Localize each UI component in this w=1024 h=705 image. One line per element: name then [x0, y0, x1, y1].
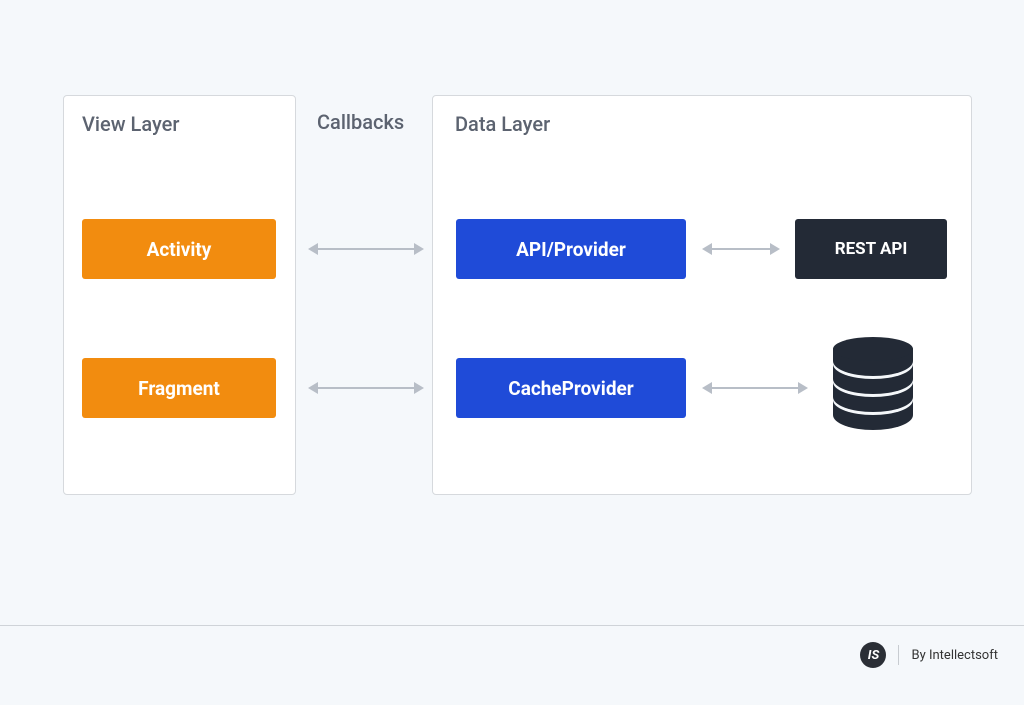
brand-mark-glyph: IS [868, 648, 879, 663]
view-layer-panel: View Layer [63, 95, 296, 495]
activity-label: Activity [147, 238, 212, 261]
attribution-separator [898, 645, 899, 665]
diagram-canvas: View Layer Data Layer Callbacks Activity… [0, 0, 1024, 705]
cache-provider-box: CacheProvider [456, 358, 686, 418]
activity-box: Activity [82, 219, 276, 279]
cache-provider-label: CacheProvider [508, 377, 633, 400]
arrow-cacheprovider-database [712, 387, 798, 389]
brand-mark-icon: IS [860, 642, 886, 668]
footer-divider [0, 625, 1024, 626]
view-layer-title: View Layer [82, 112, 179, 136]
arrow-fragment-cacheprovider [318, 387, 414, 389]
callbacks-label: Callbacks [317, 110, 404, 134]
rest-api-box: REST API [795, 219, 947, 279]
api-provider-box: API/Provider [456, 219, 686, 279]
attribution-text: By Intellectsoft [911, 648, 998, 663]
fragment-label: Fragment [138, 377, 220, 400]
arrow-activity-apiprovider [318, 248, 414, 250]
rest-api-label: REST API [835, 239, 908, 259]
attribution: IS By Intellectsoft [860, 642, 998, 668]
fragment-box: Fragment [82, 358, 276, 418]
arrow-apiprovider-restapi [712, 248, 770, 250]
database-icon [830, 337, 916, 441]
api-provider-label: API/Provider [516, 238, 626, 261]
data-layer-title: Data Layer [455, 112, 550, 136]
